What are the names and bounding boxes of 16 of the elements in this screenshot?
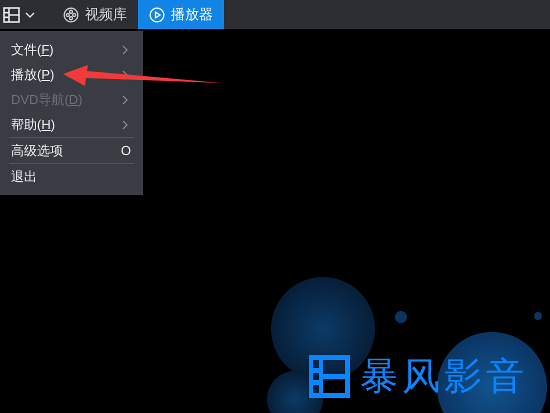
shortcut-key: O (120, 140, 131, 160)
menu-item[interactable]: 退出 (0, 164, 143, 189)
chevron-right-icon (122, 120, 128, 130)
film-reel-icon (63, 6, 79, 22)
chevron-down-icon (25, 12, 35, 18)
menu-item[interactable]: 文件(F) (0, 37, 143, 62)
chevron-right-icon (122, 94, 128, 104)
chevron-right-icon (122, 44, 128, 54)
tab[interactable]: 视频库 (52, 0, 138, 29)
film-strip-icon (3, 6, 20, 22)
menu-item[interactable]: 帮助(H) (0, 112, 143, 137)
logo-text: 暴风影音 (360, 358, 528, 396)
menu-item[interactable]: 高级选项 O (0, 138, 143, 163)
film-strip-logo-icon (309, 355, 350, 398)
play-icon (149, 6, 165, 22)
tab[interactable]: 播放器 (138, 0, 224, 29)
